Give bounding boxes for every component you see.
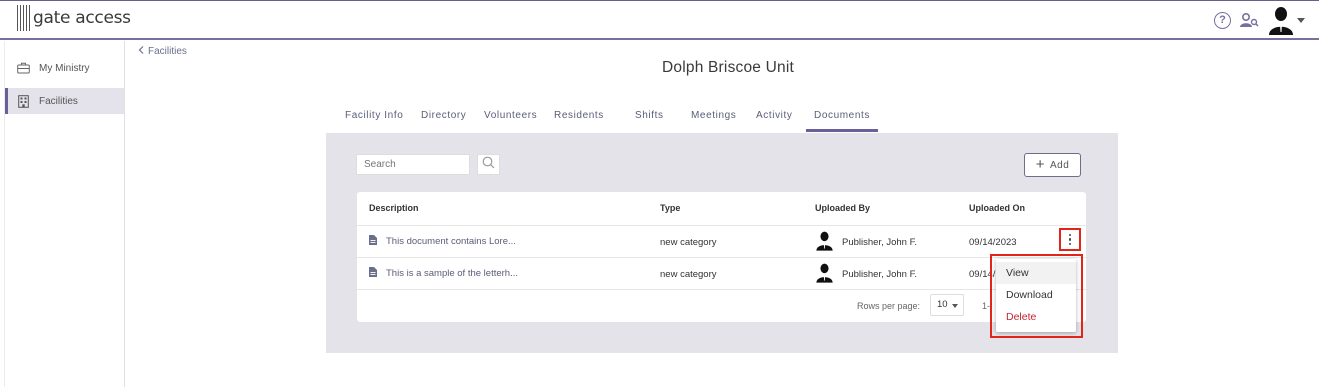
add-button-label: Add — [1049, 159, 1070, 171]
document-type: new category — [660, 269, 717, 280]
help-circle-icon[interactable]: ? — [1214, 11, 1231, 29]
document-description-text: This document contains Lore... — [386, 236, 516, 247]
tab-documents[interactable]: Documents — [806, 108, 878, 132]
pagination-range: 1- — [982, 301, 991, 311]
sidebar-item-label: Facilities — [39, 95, 78, 107]
avatar-silhouette-icon — [815, 262, 834, 286]
menu-item-view[interactable]: View — [996, 262, 1076, 284]
rows-per-page-label: Rows per page: — [857, 301, 921, 311]
rows-per-page-value: 10 — [937, 299, 948, 310]
plus-icon: + — [1035, 156, 1045, 173]
tab-shifts[interactable]: Shifts — [622, 108, 677, 132]
more-options-button[interactable] — [1059, 228, 1081, 251]
breadcrumb-back-link[interactable]: Facilities — [138, 46, 187, 57]
tab-volunteers[interactable]: Volunteers — [476, 108, 546, 132]
tab-activity[interactable]: Activity — [746, 108, 806, 132]
document-icon — [369, 267, 377, 280]
top-bar: gate access ? — [0, 0, 1319, 40]
briefcase-icon — [16, 61, 30, 75]
document-description-text: This is a sample of the letterh... — [386, 268, 519, 279]
app-logo[interactable]: gate access — [17, 5, 131, 31]
row-context-menu: View Download Delete — [996, 259, 1076, 332]
uploaded-by: Publisher, John F. — [815, 230, 917, 254]
column-header-type[interactable]: Type — [660, 203, 680, 213]
menu-item-delete[interactable]: Delete — [996, 306, 1076, 328]
tab-meetings[interactable]: Meetings — [677, 108, 746, 132]
chevron-down-icon — [1297, 17, 1305, 23]
avatar-silhouette-icon — [1267, 5, 1295, 35]
chevron-down-icon — [952, 304, 958, 308]
documents-table: Description Type Uploaded By Uploaded On… — [357, 192, 1086, 322]
tab-bar: Facility Info Directory Volunteers Resid… — [337, 108, 878, 132]
page-title: Dolph Briscoe Unit — [662, 59, 794, 76]
add-document-button[interactable]: + Add — [1024, 153, 1081, 177]
document-description[interactable]: This is a sample of the letterh... — [369, 267, 518, 280]
document-description[interactable]: This document contains Lore... — [369, 235, 516, 248]
menu-item-download[interactable]: Download — [996, 284, 1076, 306]
column-header-description[interactable]: Description — [369, 203, 419, 213]
uploader-name: Publisher, John F. — [842, 236, 917, 248]
divider — [357, 225, 1086, 226]
column-header-uploaded-on[interactable]: Uploaded On — [969, 203, 1025, 213]
uploaded-on: 09/14/2023 — [969, 237, 1017, 248]
tab-facility-info[interactable]: Facility Info — [337, 108, 413, 132]
sidebar: My Ministry Facilities — [4, 41, 125, 387]
divider — [357, 289, 1086, 290]
breadcrumb-label: Facilities — [148, 46, 187, 57]
column-header-uploaded-by[interactable]: Uploaded By — [815, 203, 870, 213]
sidebar-item-facilities[interactable]: Facilities — [5, 88, 124, 114]
search-icon — [482, 156, 495, 174]
rows-per-page-select[interactable]: 10 — [930, 294, 964, 316]
sidebar-item-label: My Ministry — [39, 62, 90, 74]
uploaded-by: Publisher, John F. — [815, 262, 917, 286]
tab-residents[interactable]: Residents — [546, 108, 622, 132]
search-input[interactable] — [356, 154, 470, 175]
user-search-icon[interactable] — [1239, 12, 1259, 28]
divider — [357, 257, 1086, 258]
document-type: new category — [660, 237, 717, 248]
uploader-name: Publisher, John F. — [842, 268, 917, 280]
more-vertical-icon — [1068, 233, 1072, 237]
search-button[interactable] — [477, 154, 500, 175]
document-icon — [369, 235, 377, 248]
avatar-silhouette-icon — [815, 230, 834, 254]
tab-directory[interactable]: Directory — [413, 108, 476, 132]
building-icon — [16, 94, 30, 108]
logo-bars-icon — [17, 5, 30, 31]
sidebar-item-my-ministry[interactable]: My Ministry — [5, 55, 124, 81]
chevron-left-icon — [138, 46, 144, 57]
user-menu[interactable] — [1267, 5, 1305, 35]
logo-text: gate access — [33, 8, 131, 28]
